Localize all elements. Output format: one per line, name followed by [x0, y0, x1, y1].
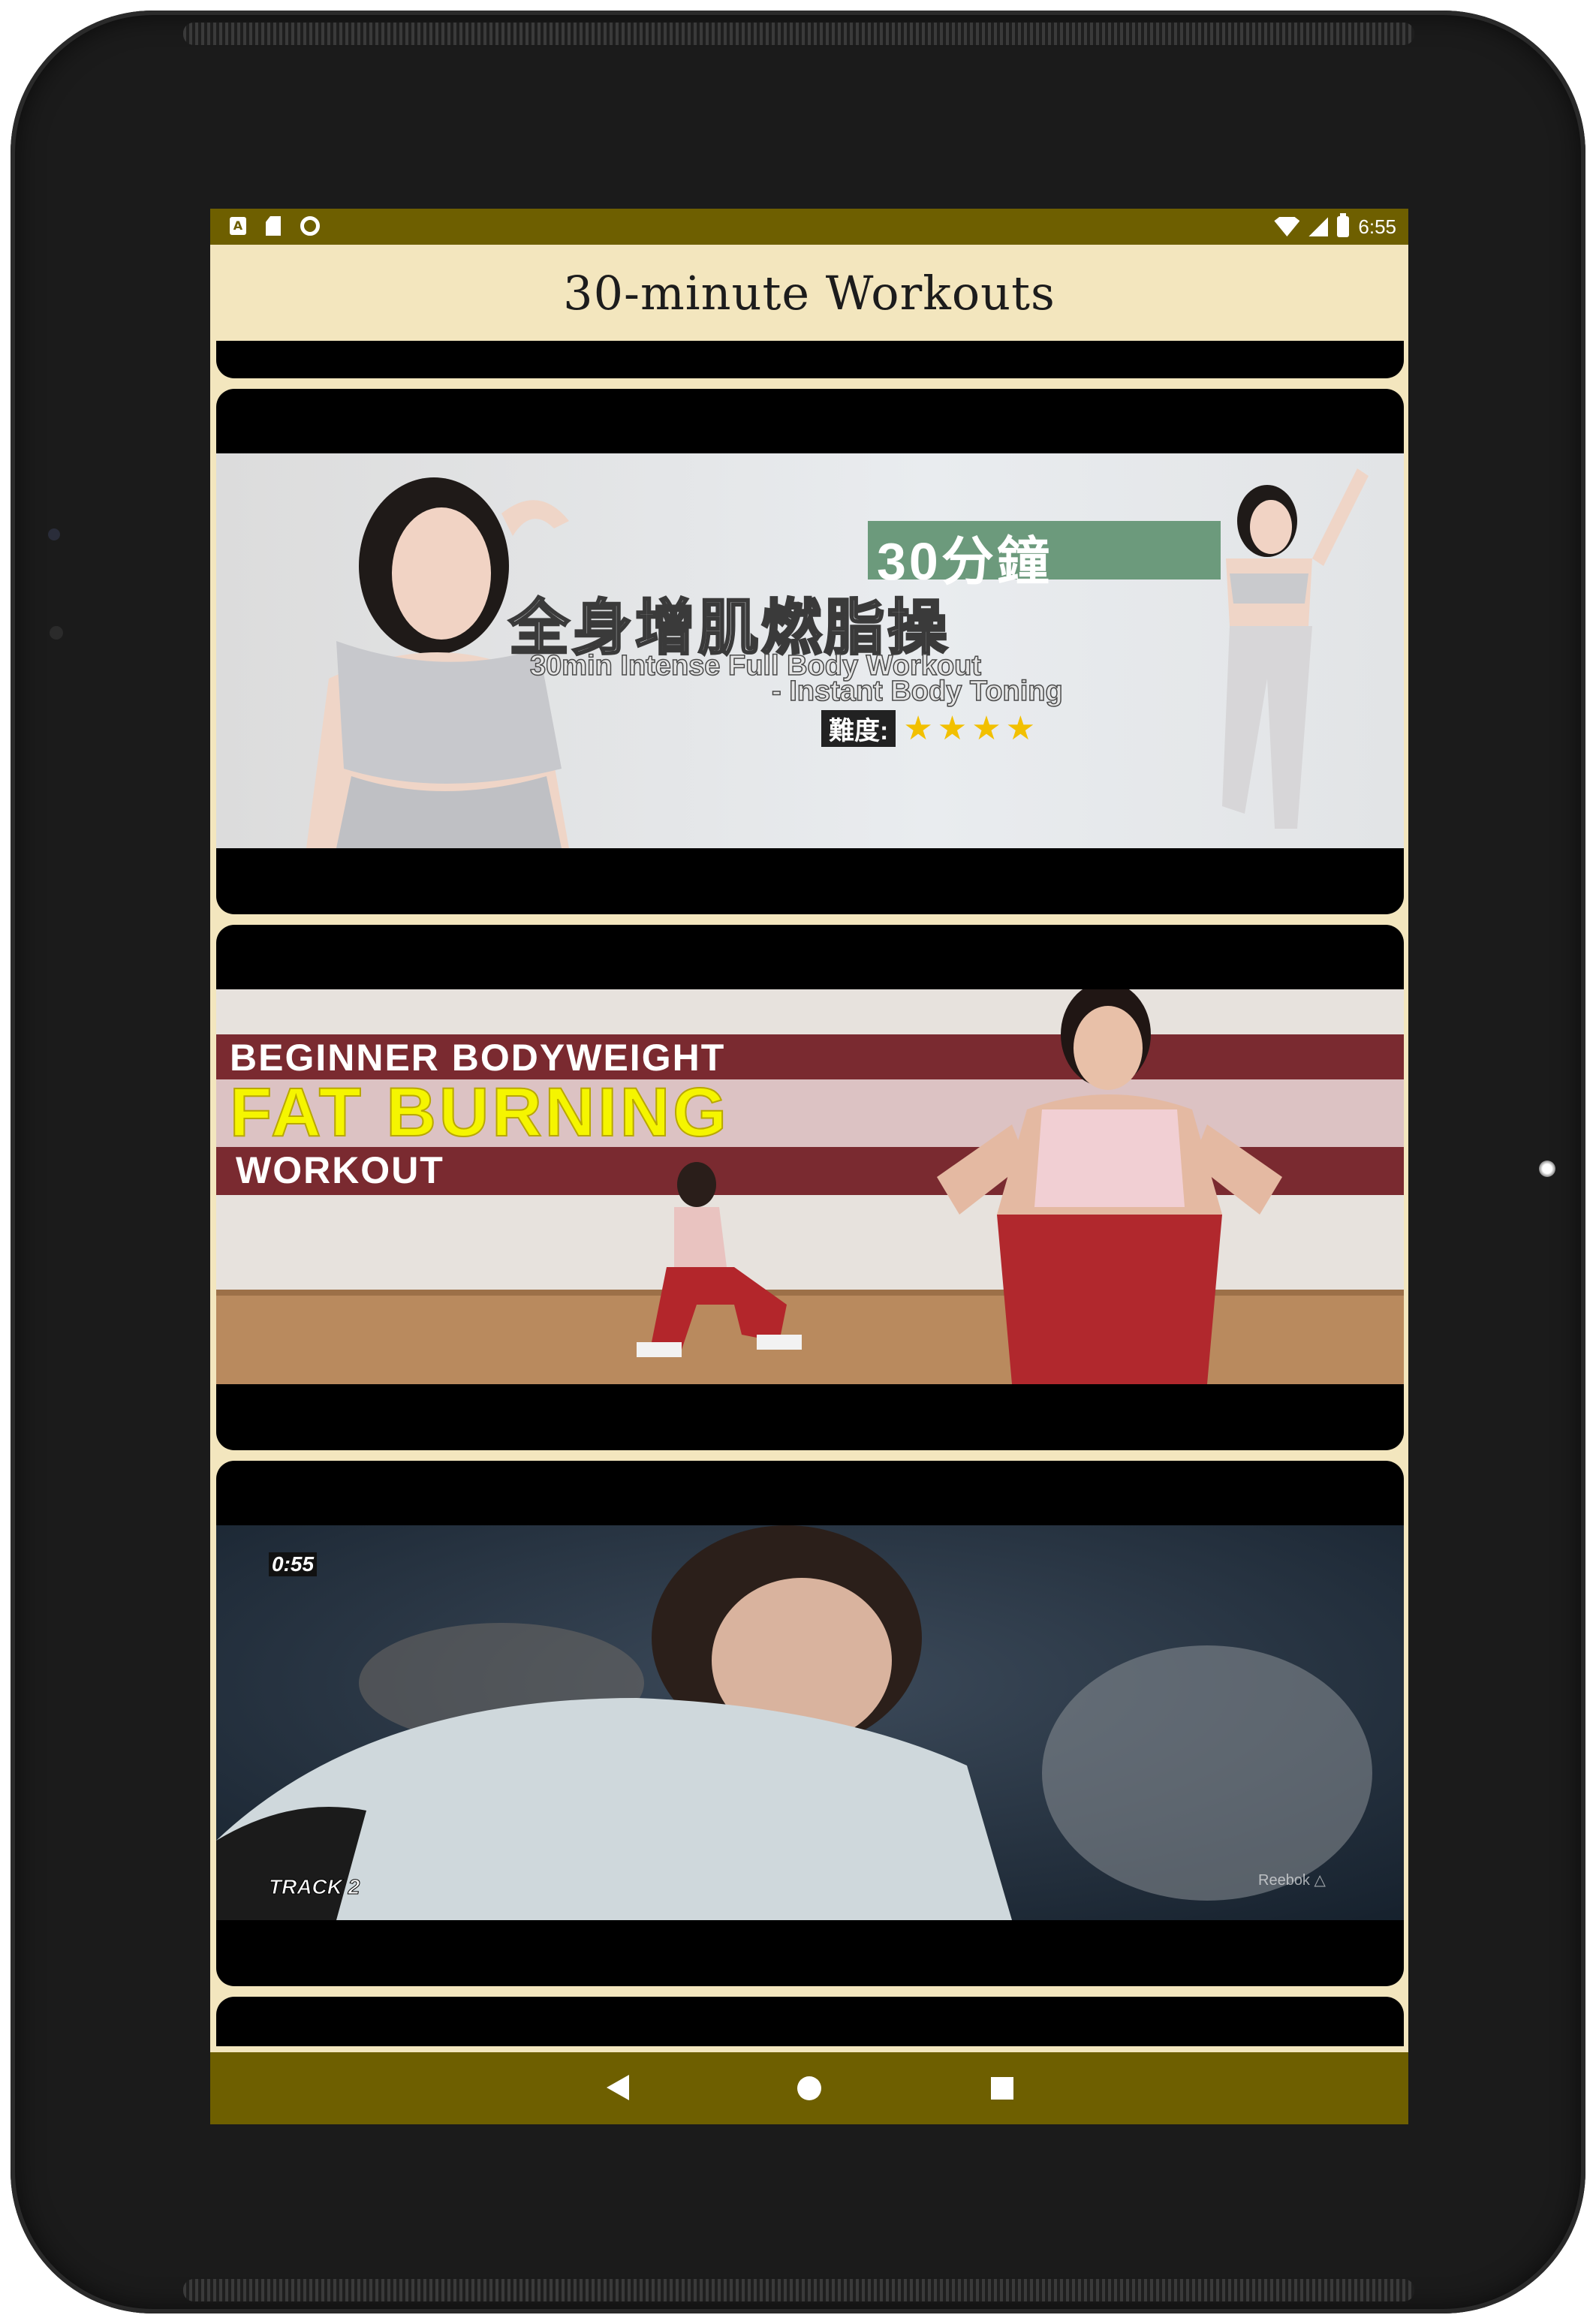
thumbnail-line2: FAT BURNING: [229, 1073, 730, 1151]
video-card[interactable]: 0:55 TRACK 2 Reebok △: [216, 1461, 1404, 1986]
track-label: TRACK 2: [268, 1875, 360, 1899]
video-card[interactable]: BEGINNER BODYWEIGHT FAT BURNING WORKOUT: [216, 925, 1404, 1450]
difficulty-label: 難度:: [821, 709, 896, 747]
bottom-speaker-grille: [183, 2279, 1414, 2301]
tablet-frame: A 6:55 30-minute Workouts 30分鐘 全身增肌燃脂操 3…: [11, 11, 1585, 2313]
top-speaker-grille: [183, 23, 1414, 45]
wifi-icon: [1274, 217, 1300, 236]
app-bar: 30-minute Workouts: [210, 245, 1408, 341]
a-icon: A: [230, 217, 246, 235]
timer-label: 0:55: [269, 1552, 318, 1576]
thumbnail-image-3: [216, 1525, 1404, 1920]
difficulty-badge: 難度: ★★★★: [821, 709, 1040, 748]
front-sensor-dot: [50, 626, 63, 640]
camera-light: [1539, 1160, 1555, 1177]
status-bar: A 6:55: [210, 209, 1408, 245]
signal-icon: [1308, 217, 1329, 236]
difficulty-stars: ★★★★: [903, 709, 1040, 748]
battery-icon: [1337, 213, 1350, 237]
video-thumbnail[interactable]: 0:55 TRACK 2 Reebok △: [216, 1525, 1404, 1920]
device-screen: A 6:55 30-minute Workouts 30分鐘 全身增肌燃脂操 3…: [210, 209, 1408, 2124]
video-card[interactable]: 30分鐘 全身增肌燃脂操 30min Intense Full Body Wor…: [216, 389, 1404, 914]
thumbnail-line2: - Instant Body Toning: [771, 675, 1063, 708]
thumbnail-line3: WORKOUT: [236, 1149, 444, 1191]
page-title: 30-minute Workouts: [563, 266, 1055, 321]
status-time: 6:55: [1358, 215, 1396, 238]
sync-circle-icon: [300, 216, 320, 236]
video-card-partial-top[interactable]: [216, 341, 1404, 378]
brand-watermark: Reebok △: [1258, 1872, 1326, 1889]
home-icon[interactable]: [797, 2076, 821, 2100]
video-list[interactable]: 30分鐘 全身增肌燃脂操 30min Intense Full Body Wor…: [210, 341, 1408, 2046]
video-thumbnail[interactable]: 30分鐘 全身增肌燃脂操 30min Intense Full Body Wor…: [216, 453, 1404, 848]
sd-card-icon: [266, 216, 281, 236]
video-card-partial-bottom[interactable]: [216, 1997, 1404, 2046]
front-sensor: [48, 528, 60, 540]
recents-icon[interactable]: [991, 2077, 1013, 2100]
navigation-bar: [210, 2052, 1408, 2124]
back-icon[interactable]: [607, 2075, 629, 2100]
video-thumbnail[interactable]: BEGINNER BODYWEIGHT FAT BURNING WORKOUT: [216, 989, 1404, 1384]
